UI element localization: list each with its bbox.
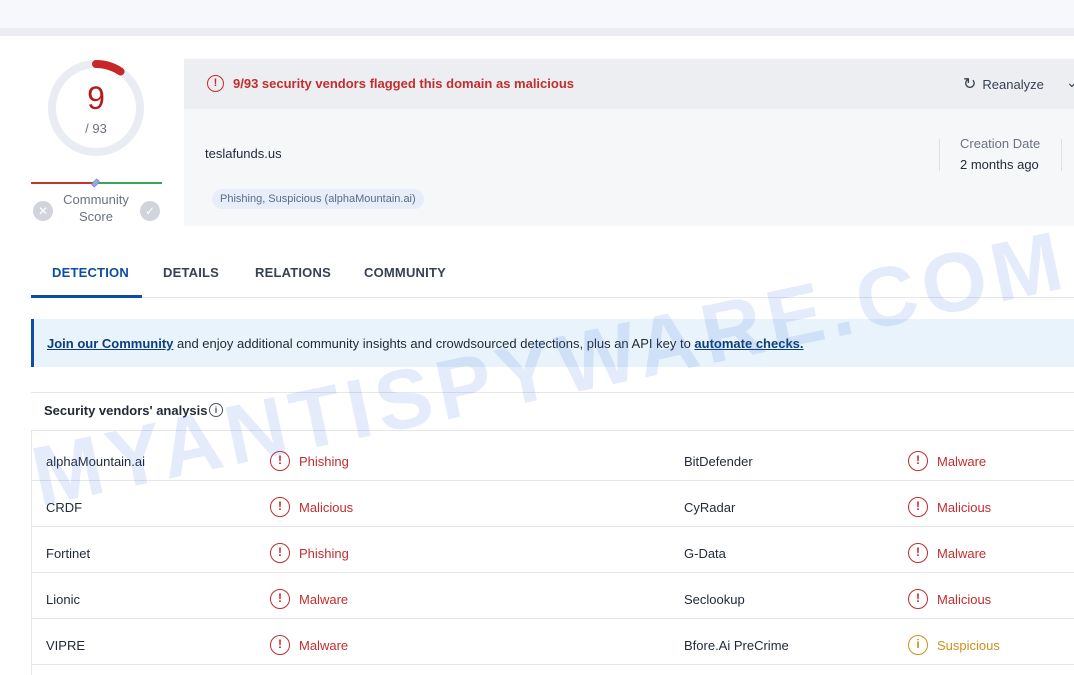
alert-circle-icon: ! [908,497,928,517]
reanalyze-button[interactable]: ↻ Reanalyze [963,75,1044,93]
meta-divider [1061,139,1062,171]
detection-total: / 93 [85,121,107,136]
alert-circle-icon: ! [908,543,928,563]
tab-details[interactable]: DETAILS [163,265,219,280]
top-strip [0,0,1074,36]
community-score-marker [90,178,101,188]
vendor-name: CRDF [46,500,83,515]
creation-date-label: Creation Date [960,136,1041,151]
section-divider [31,392,1074,393]
vendor-name: G-Data [684,546,726,561]
verdict-label: Malicious [299,499,354,515]
tab-community[interactable]: COMMUNITY [364,265,446,280]
vendor-name: Bfore.Ai PreCrime [684,638,789,653]
verdict: ! Phishing [270,451,349,471]
verdict-label: Phishing [299,545,349,561]
banner-middle-text: and enjoy additional community insights … [173,336,695,351]
tab-detection[interactable]: DETECTION [52,265,129,280]
verdict: ! Malware [270,635,348,655]
vendors-section-title: Security vendors' analysis [44,403,208,418]
vendor-name: Lionic [46,592,80,607]
table-row: alphaMountain.ai ! Phishing BitDefender !… [32,435,1074,481]
join-community-link[interactable]: Join our Community [47,336,173,351]
verdict-label: Malicious [937,499,992,515]
info-icon[interactable]: i [209,403,223,417]
verdict: ! Malware [270,589,348,609]
table-row: VIPRE ! Malware Bfore.Ai PreCrime i Suspic… [32,619,1074,665]
domain-name: teslafunds.us [205,146,282,161]
alert-circle-icon: ! [270,543,290,563]
tab-relations[interactable]: RELATIONS [255,265,331,280]
vendor-name: alphaMountain.ai [46,454,146,469]
verdict-label: Malicious [937,591,992,607]
verdict-label: Malware [299,591,349,607]
info-circle-icon: i [908,635,928,655]
reanalyze-label: Reanalyze [982,76,1044,92]
detection-score: 9 [87,80,105,116]
alert-text: 9/93 security vendors flagged this domai… [233,76,575,91]
verdict: i Suspicious [908,635,1000,655]
verdict: ! Phishing [270,543,349,563]
creation-date-value: 2 months ago [960,157,1039,172]
vendor-name: VIPRE [46,638,86,653]
verdict: ! Malicious [270,497,353,517]
verdict: ! Malware [908,543,986,563]
table-row: Fortinet ! Phishing G-Data ! Malware [32,527,1074,573]
verdict-label: Malware [299,637,349,653]
verdict: ! Malware [908,451,986,471]
vote-malicious-icon[interactable]: ✕ [33,201,53,221]
vendor-name: CyRadar [684,500,736,515]
alert-circle-icon: ! [207,75,224,92]
alert-circle-icon: ! [270,451,290,471]
table-row: CRDF ! Malicious CyRadar ! Malicious [32,481,1074,527]
refresh-icon: ↻ [963,76,977,93]
verdict: ! Malicious [908,589,991,609]
alert-circle-icon: ! [270,497,290,517]
vote-harmless-icon[interactable]: ✓ [140,201,160,221]
vendor-name: Seclookup [684,592,745,607]
alert-circle-icon: ! [908,589,928,609]
meta-divider [939,139,940,171]
table-row: Lionic ! Malware Seclookup ! Malicious [32,573,1074,619]
tab-bar: DETECTION DETAILS RELATIONS COMMUNITY [31,254,1074,298]
active-tab-indicator [31,295,142,298]
alert-circle-icon: ! [908,451,928,471]
vendor-name: Fortinet [46,546,91,561]
verdict-label: Suspicious [937,637,1000,653]
verdict-label: Malware [937,453,987,469]
similar-icon[interactable]: ⌄ [1066,74,1074,91]
verdict: ! Malicious [908,497,991,517]
vendors-table: alphaMountain.ai ! Phishing BitDefender !… [31,430,1074,675]
alert-circle-icon: ! [270,635,290,655]
community-score-label: Community Score [63,192,129,224]
verdict-label: Malware [937,545,987,561]
verdict-label: Phishing [299,453,349,469]
community-banner-text: Join our Community and enjoy additional … [47,336,804,351]
automate-checks-link[interactable]: automate checks. [694,336,803,351]
vendor-name: BitDefender [684,454,753,469]
alert-circle-icon: ! [270,589,290,609]
category-tag[interactable]: Phishing, Suspicious (alphaMountain.ai) [212,189,424,209]
